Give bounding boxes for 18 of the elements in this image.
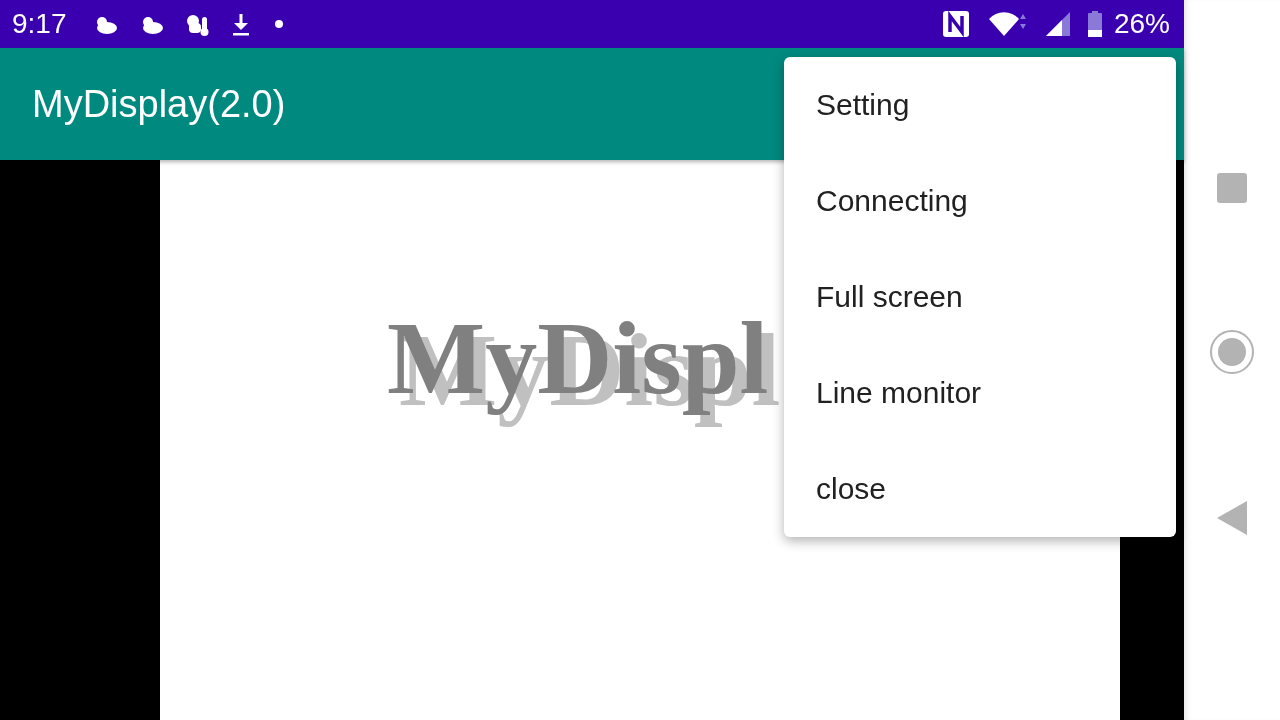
signal-icon — [1045, 12, 1070, 36]
clock-time: 9:17 — [12, 8, 67, 40]
home-icon[interactable] — [1210, 330, 1254, 374]
banner-text: MyDispl — [387, 300, 769, 415]
recents-icon[interactable] — [1217, 173, 1247, 203]
nfc-icon — [941, 10, 970, 38]
app-title: MyDisplay(2.0) — [32, 82, 286, 126]
notification-dot-icon — [274, 20, 283, 28]
back-icon[interactable] — [1217, 501, 1247, 535]
wifi-icon — [987, 11, 1028, 37]
battery-percent: 26% — [1113, 8, 1170, 40]
menu-item[interactable]: Full screen — [784, 249, 1176, 345]
menu-item[interactable]: Setting — [784, 57, 1176, 153]
menu-item[interactable]: Line monitor — [784, 345, 1176, 441]
battery-icon — [1087, 11, 1102, 37]
menu-item[interactable]: Connecting — [784, 153, 1176, 249]
download-icon — [230, 12, 251, 36]
menu-item[interactable]: close — [784, 441, 1176, 537]
